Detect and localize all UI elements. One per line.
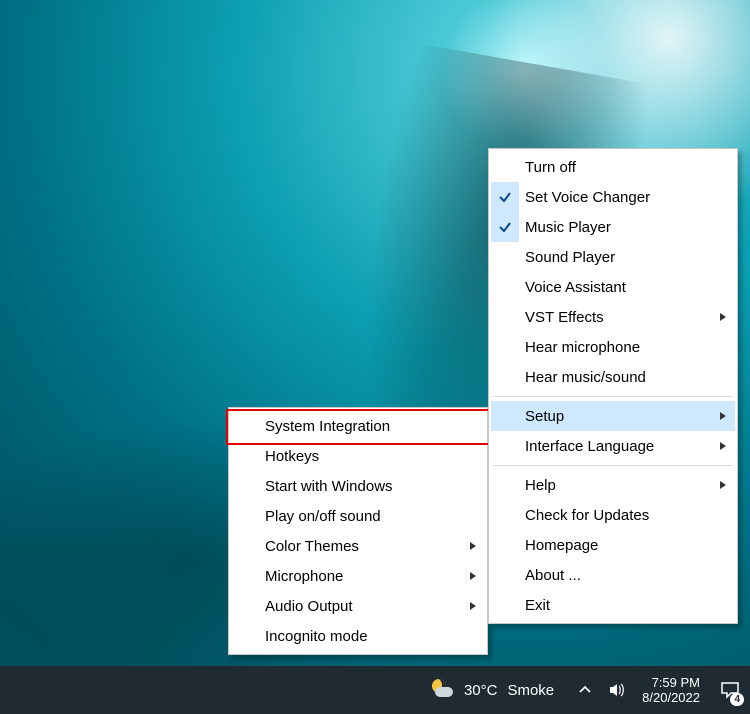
menu-item[interactable]: Hear music/sound (491, 362, 735, 392)
menu-item-label: Help (525, 477, 556, 494)
check-icon (491, 431, 519, 461)
notification-badge: 4 (730, 693, 744, 706)
menu-item-label: Microphone (265, 568, 343, 585)
menu-item[interactable]: About ... (491, 560, 735, 590)
menu-item[interactable]: Music Player (491, 212, 735, 242)
menu-item[interactable]: VST Effects (491, 302, 735, 332)
menu-item-label: Set Voice Changer (525, 189, 650, 206)
menu-item-label: Incognito mode (265, 628, 368, 645)
menu-item-label: Check for Updates (525, 507, 649, 524)
menu-item[interactable]: Audio Output (231, 591, 485, 621)
weather-condition: Smoke (507, 682, 554, 699)
taskbar-clock[interactable]: 7:59 PM 8/20/2022 (632, 675, 710, 705)
check-icon (231, 441, 259, 471)
submenu-arrow-icon (469, 571, 477, 581)
weather-widget[interactable]: 30°C Smoke (416, 678, 568, 702)
submenu-arrow-icon (719, 312, 727, 322)
check-icon (491, 470, 519, 500)
check-icon (491, 362, 519, 392)
menu-item-label: Voice Assistant (525, 279, 626, 296)
weather-icon (430, 678, 454, 702)
submenu-arrow-icon (719, 441, 727, 451)
check-icon (491, 182, 519, 212)
menu-item-label: Homepage (525, 537, 598, 554)
check-icon (491, 152, 519, 182)
menu-item[interactable]: Help (491, 470, 735, 500)
check-icon (231, 621, 259, 651)
setup-submenu[interactable]: System Integration Hotkeys Start with Wind… (228, 407, 488, 655)
check-icon (231, 561, 259, 591)
desktop[interactable]: System Integration Hotkeys Start with Wind… (0, 0, 750, 714)
submenu-arrow-icon (719, 411, 727, 421)
check-icon (491, 560, 519, 590)
menu-item[interactable]: Play on/off sound (231, 501, 485, 531)
menu-item[interactable]: Interface Language (491, 431, 735, 461)
menu-item-label: Audio Output (265, 598, 353, 615)
menu-item-label: System Integration (265, 418, 390, 435)
menu-item[interactable]: Set Voice Changer (491, 182, 735, 212)
menu-item[interactable]: Start with Windows (231, 471, 485, 501)
submenu-arrow-icon (719, 480, 727, 490)
weather-temp: 30°C (464, 682, 498, 699)
clock-time: 7:59 PM (642, 675, 700, 690)
menu-item[interactable]: Homepage (491, 530, 735, 560)
check-icon (491, 302, 519, 332)
menu-item-label: Hear microphone (525, 339, 640, 356)
clock-date: 8/20/2022 (642, 690, 700, 705)
menu-separator (493, 396, 733, 397)
submenu-arrow-icon (469, 541, 477, 551)
menu-item-label: Start with Windows (265, 478, 393, 495)
menu-item-label: VST Effects (525, 309, 604, 326)
menu-item-label: Music Player (525, 219, 611, 236)
check-icon (491, 272, 519, 302)
menu-item-label: Color Themes (265, 538, 359, 555)
check-icon (491, 242, 519, 272)
menu-item[interactable]: Color Themes (231, 531, 485, 561)
menu-item[interactable]: Microphone (231, 561, 485, 591)
menu-item[interactable]: Turn off (491, 152, 735, 182)
check-icon (231, 411, 259, 441)
menu-separator (493, 465, 733, 466)
check-icon (231, 501, 259, 531)
menu-item-label: Exit (525, 597, 550, 614)
system-tray[interactable] (568, 681, 632, 699)
menu-item[interactable]: Check for Updates (491, 500, 735, 530)
check-icon (231, 531, 259, 561)
check-icon (491, 401, 519, 431)
menu-item[interactable]: Incognito mode (231, 621, 485, 651)
tray-overflow-icon[interactable] (578, 683, 592, 697)
menu-item-label: Play on/off sound (265, 508, 381, 525)
check-icon (491, 332, 519, 362)
menu-item[interactable]: System Integration (231, 411, 485, 441)
menu-item[interactable]: Hotkeys (231, 441, 485, 471)
check-icon (231, 591, 259, 621)
menu-item-label: Interface Language (525, 438, 654, 455)
check-icon (231, 471, 259, 501)
taskbar[interactable]: 30°C Smoke 7:59 PM 8/20/2022 4 (0, 666, 750, 714)
menu-item-label: Sound Player (525, 249, 615, 266)
menu-item-label: About ... (525, 567, 581, 584)
menu-item-label: Setup (525, 408, 564, 425)
menu-item-label: Hear music/sound (525, 369, 646, 386)
check-icon (491, 500, 519, 530)
submenu-arrow-icon (469, 601, 477, 611)
menu-item[interactable]: Setup (491, 401, 735, 431)
action-center-button[interactable]: 4 (710, 666, 750, 714)
menu-item[interactable]: Hear microphone (491, 332, 735, 362)
check-icon (491, 212, 519, 242)
menu-item[interactable]: Sound Player (491, 242, 735, 272)
menu-item-label: Hotkeys (265, 448, 319, 465)
menu-item[interactable]: Exit (491, 590, 735, 620)
volume-icon[interactable] (608, 681, 626, 699)
check-icon (491, 530, 519, 560)
menu-item-label: Turn off (525, 159, 576, 176)
tray-context-menu[interactable]: Turn off Set Voice Changer Music Player Sou… (488, 148, 738, 624)
menu-item[interactable]: Voice Assistant (491, 272, 735, 302)
check-icon (491, 590, 519, 620)
